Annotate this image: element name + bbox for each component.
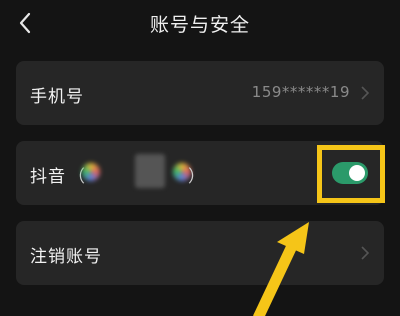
page-title: 账号与安全 — [149, 14, 250, 36]
cancel-account-label: 注销账号 — [30, 247, 102, 267]
close-paren: ） — [188, 167, 205, 187]
phone-value: 159******19 — [251, 83, 350, 101]
phone-label: 手机号 — [30, 87, 84, 107]
cancel-account-row[interactable]: 注销账号 — [16, 221, 384, 285]
douyin-label: 抖音 — [30, 167, 66, 187]
blurred-avatar — [82, 163, 100, 181]
douyin-toggle[interactable] — [332, 162, 368, 184]
top-bar: 账号与安全 — [0, 0, 400, 46]
chevron-right-icon — [361, 246, 370, 260]
phone-number-row[interactable]: 手机号 159******19 — [16, 61, 384, 125]
blurred-username — [135, 154, 165, 188]
chevron-right-icon — [361, 86, 370, 100]
toggle-knob — [349, 165, 365, 181]
